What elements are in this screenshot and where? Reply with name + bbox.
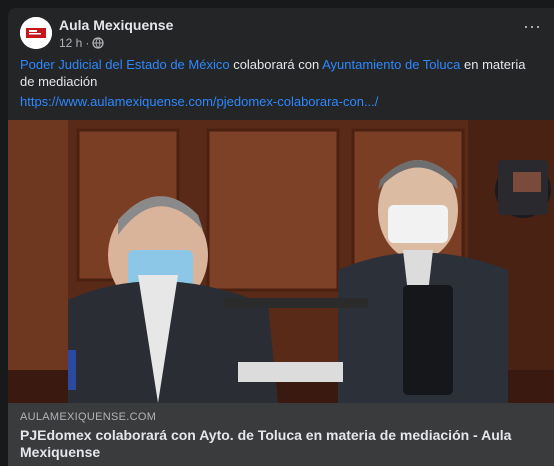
link-preview-footer[interactable]: AULAMEXIQUENSE.COM PJEdomex colaborará c… — [8, 403, 554, 466]
post-text-segment: colaborará con — [233, 57, 320, 72]
more-options-icon[interactable]: ⋯ — [518, 18, 546, 42]
mention-ayuntamiento[interactable]: Ayuntamiento de Toluca — [322, 57, 460, 72]
page-avatar[interactable] — [20, 17, 52, 49]
preview-title[interactable]: PJEdomex colaborará con Ayto. de Toluca … — [20, 427, 520, 461]
post-link[interactable]: https://www.aulamexiquense.com/pjedomex-… — [20, 94, 378, 109]
post-card: Aula Mexiquense 12 h · ⋯ Poder Judicial … — [8, 8, 554, 466]
preview-domain: AULAMEXIQUENSE.COM — [20, 411, 157, 423]
post-header: Aula Mexiquense 12 h · ⋯ — [8, 8, 554, 58]
link-preview-image[interactable] — [8, 120, 554, 403]
author-name[interactable]: Aula Mexiquense — [59, 17, 173, 33]
meta-separator: · — [85, 36, 90, 50]
post-meta: 12 h · — [59, 36, 105, 50]
post-text: Poder Judicial del Estado de México cola… — [20, 56, 540, 90]
post-time[interactable]: 12 h — [59, 36, 82, 50]
page-logo-icon — [20, 17, 52, 49]
signing-photo — [8, 120, 554, 403]
mention-poder-judicial[interactable]: Poder Judicial del Estado de México — [20, 57, 230, 72]
globe-icon — [92, 37, 105, 49]
